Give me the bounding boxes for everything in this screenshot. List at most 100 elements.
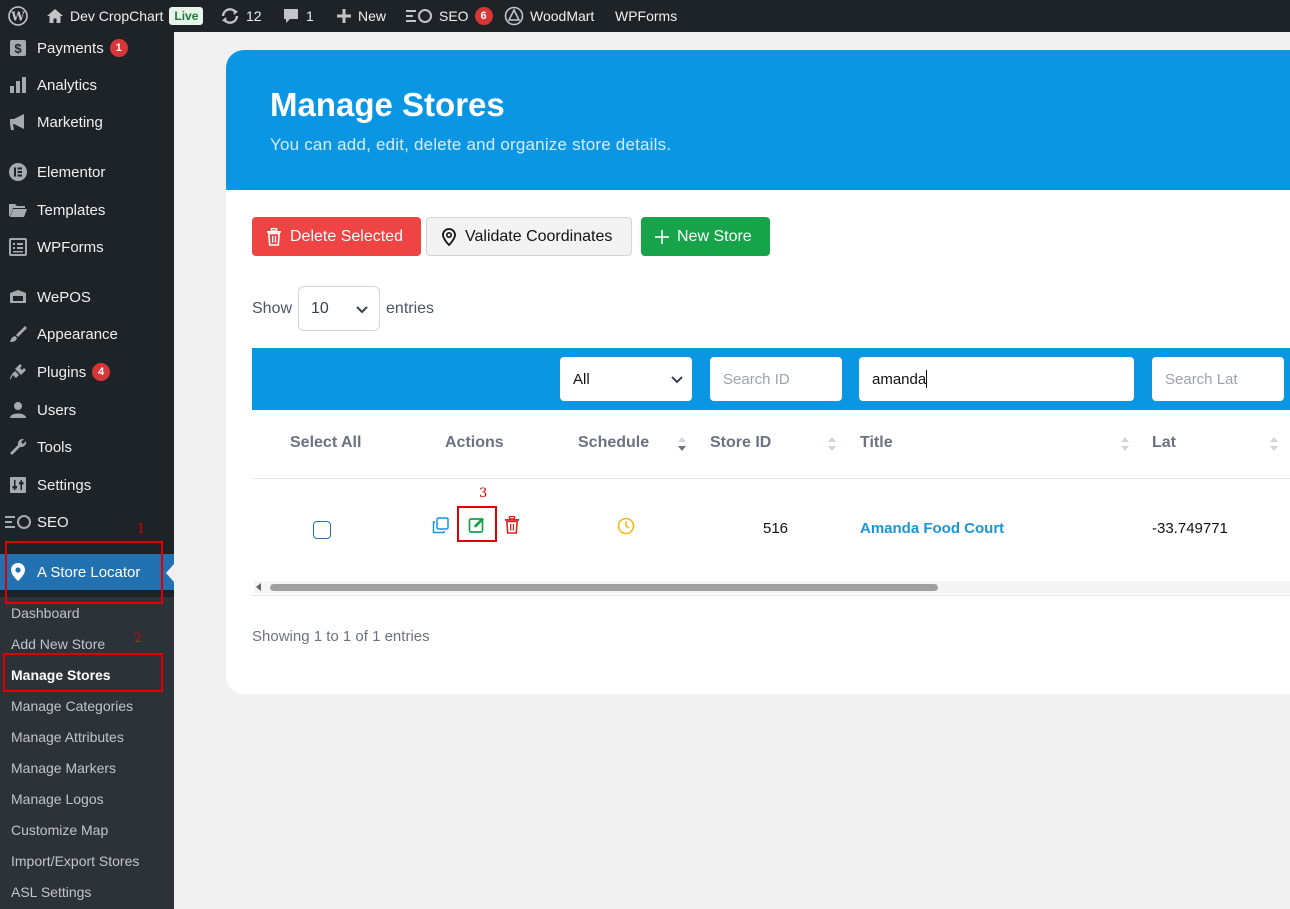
brush-icon: [8, 324, 28, 344]
store-title-link[interactable]: Amanda Food Court: [860, 520, 1004, 537]
sidebar-item-label: Payments: [37, 39, 104, 57]
wpforms-label: WPForms: [615, 8, 678, 24]
sidebar-item-payments[interactable]: $ Payments 1: [0, 30, 174, 66]
plus-icon: [655, 229, 669, 244]
seo-label: SEO: [439, 8, 469, 24]
submenu-manage-markers[interactable]: Manage Markers: [11, 760, 116, 776]
entries-per-page-value: 10: [311, 299, 329, 317]
text-cursor: [926, 370, 928, 388]
page-title: Manage Stores: [270, 86, 505, 123]
sort-icon[interactable]: [827, 434, 837, 454]
annotation-number-3: 3: [479, 486, 488, 501]
page-subtitle: You can add, edit, delete and organize s…: [270, 135, 672, 154]
annotation-number-2: 2: [134, 631, 143, 646]
svg-text:$: $: [14, 41, 22, 56]
updates-link[interactable]: 12: [220, 0, 262, 32]
sort-icon[interactable]: [677, 434, 687, 454]
new-store-button[interactable]: New Store: [641, 217, 770, 256]
woodmart-icon: [504, 6, 524, 26]
category-filter-select[interactable]: All: [560, 357, 692, 401]
horizontal-scrollbar[interactable]: [254, 581, 1290, 593]
submenu-asl-settings[interactable]: ASL Settings: [11, 884, 91, 900]
sidebar-item-elementor[interactable]: Elementor: [0, 154, 174, 190]
search-id-input[interactable]: Search ID: [710, 357, 842, 401]
wrench-icon: [8, 437, 28, 457]
lat-cell: -33.749771: [1152, 520, 1228, 537]
duplicate-icon[interactable]: [432, 517, 449, 534]
submenu-manage-logos[interactable]: Manage Logos: [11, 791, 104, 807]
submenu-customize-map[interactable]: Customize Map: [11, 822, 108, 838]
seo-icon: [4, 512, 32, 532]
sidebar-item-plugins[interactable]: Plugins 4: [0, 354, 174, 390]
column-header-store-id[interactable]: Store ID: [710, 434, 771, 452]
annotation-box-store-locator: [5, 541, 163, 604]
annotation-box-edit: [457, 506, 497, 542]
active-indicator: [166, 564, 174, 582]
sidebar-item-settings[interactable]: Settings: [0, 467, 174, 503]
sidebar-item-wepos[interactable]: WePOS: [0, 279, 174, 315]
sidebar-item-label: Users: [37, 401, 77, 419]
sort-icon[interactable]: [1269, 434, 1279, 454]
sidebar-item-label: WPForms: [37, 238, 104, 256]
show-entries-control: Show 10 entries: [252, 286, 434, 331]
entries-per-page-select[interactable]: 10: [298, 286, 381, 331]
submenu-dashboard[interactable]: Dashboard: [11, 605, 80, 621]
woodmart-link[interactable]: WoodMart: [504, 0, 594, 32]
sidebar-item-seo[interactable]: SEO: [0, 504, 174, 540]
sidebar-item-users[interactable]: Users: [0, 392, 174, 428]
column-header-select-all[interactable]: Select All: [290, 434, 361, 452]
sort-icon[interactable]: [1120, 434, 1130, 454]
megaphone-icon: [8, 112, 28, 132]
bar-chart-icon: [8, 75, 28, 95]
form-icon: [8, 237, 28, 257]
sidebar-item-analytics[interactable]: Analytics: [0, 67, 174, 103]
sidebar-item-templates[interactable]: Templates: [0, 192, 174, 228]
site-name-link[interactable]: Dev CropChart Live: [46, 0, 204, 32]
seo-count-badge: 6: [474, 7, 493, 25]
clock-icon[interactable]: [617, 517, 635, 535]
validate-coordinates-button[interactable]: Validate Coordinates: [426, 217, 632, 256]
sidebar-item-label: Elementor: [37, 163, 106, 181]
trash-icon[interactable]: [504, 516, 520, 534]
chevron-down-icon: [356, 306, 368, 314]
submenu-manage-attributes[interactable]: Manage Attributes: [11, 729, 124, 745]
home-icon: [47, 9, 63, 23]
page-banner: Manage Stores You can add, edit, delete …: [226, 50, 1290, 190]
sidebar-item-appearance[interactable]: Appearance: [0, 316, 174, 352]
row-select-checkbox[interactable]: [313, 521, 331, 539]
search-title-input[interactable]: amanda: [859, 357, 1134, 401]
category-filter-value: All: [573, 370, 590, 388]
search-lat-input[interactable]: Search Lat: [1152, 357, 1284, 401]
submenu-manage-categories[interactable]: Manage Categories: [11, 698, 133, 714]
sidebar-item-label: Plugins: [37, 363, 87, 381]
sidebar-item-label: Appearance: [37, 325, 118, 343]
plus-icon: [337, 9, 351, 23]
column-header-schedule[interactable]: Schedule: [578, 434, 649, 452]
column-header-lat[interactable]: Lat: [1152, 434, 1176, 452]
submenu-add-new-store[interactable]: Add New Store: [11, 636, 105, 652]
new-content-link[interactable]: New: [336, 0, 386, 32]
wordpress-logo-icon[interactable]: W: [8, 0, 28, 32]
scrollbar-thumb[interactable]: [270, 584, 938, 591]
sidebar-item-wpforms[interactable]: WPForms: [0, 229, 174, 265]
sidebar-item-label: WePOS: [37, 288, 91, 306]
annotation-number-1: 1: [137, 522, 146, 537]
plugins-count-badge: 4: [92, 363, 111, 381]
table-bottom-divider: [252, 595, 1290, 596]
pos-icon: [8, 287, 28, 307]
map-pin-outline-icon: [442, 227, 456, 246]
delete-selected-button[interactable]: Delete Selected: [252, 217, 421, 256]
table-header-divider: [252, 478, 1290, 479]
wpforms-link[interactable]: WPForms: [615, 0, 677, 32]
sidebar-item-tools[interactable]: Tools: [0, 429, 174, 465]
submenu-import-export-stores[interactable]: Import/Export Stores: [11, 853, 139, 869]
sidebar-item-label: Analytics: [37, 76, 98, 94]
scroll-left-arrow-icon[interactable]: [256, 583, 261, 591]
annotation-box-manage-stores: [3, 653, 163, 692]
trash-icon: [267, 227, 281, 246]
column-header-title[interactable]: Title: [860, 434, 893, 452]
sidebar-item-marketing[interactable]: Marketing: [0, 104, 174, 140]
seo-link[interactable]: SEO 6: [405, 0, 493, 32]
comments-link[interactable]: 1: [282, 0, 314, 32]
chevron-down-icon: [671, 376, 683, 384]
